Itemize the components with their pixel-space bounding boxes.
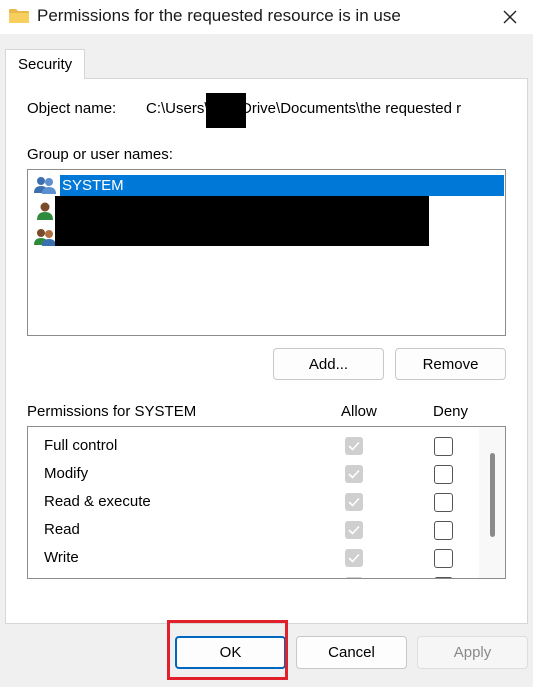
permission-name: Full control <box>44 437 118 454</box>
window-title: Permissions for the requested resource i… <box>37 6 401 25</box>
deny-checkbox[interactable] <box>434 493 453 512</box>
permission-name: Modify <box>44 465 89 482</box>
user-list[interactable]: SYSTEM <box>27 169 506 336</box>
check-icon <box>348 497 360 507</box>
permissions-label: Permissions for SYSTEM <box>27 403 197 420</box>
add-button[interactable]: Add... <box>273 348 384 380</box>
permissions-list[interactable]: Full control Modify Read & execute Read … <box>27 426 506 579</box>
deny-checkbox[interactable] <box>434 577 453 578</box>
allow-checkbox[interactable] <box>345 493 363 511</box>
allow-checkbox[interactable] <box>345 521 363 539</box>
folder-icon <box>9 9 29 23</box>
user-group-icon <box>34 229 56 246</box>
permission-name: Read <box>44 521 80 538</box>
check-icon <box>348 441 360 451</box>
group-names-label: Group or user names: <box>27 146 173 163</box>
deny-checkbox[interactable] <box>434 437 453 456</box>
redaction-block <box>55 196 429 246</box>
check-icon <box>348 469 360 479</box>
permission-row-modify: Modify <box>28 460 480 488</box>
permission-name: Write <box>44 549 79 566</box>
allow-checkbox[interactable] <box>345 549 363 567</box>
remove-button[interactable]: Remove <box>395 348 506 380</box>
close-icon <box>503 10 517 24</box>
ok-button[interactable]: OK <box>175 636 286 669</box>
allow-checkbox[interactable] <box>345 437 363 455</box>
deny-checkbox[interactable] <box>434 465 453 484</box>
allow-checkbox[interactable] <box>345 577 363 578</box>
allow-header: Allow <box>341 403 377 420</box>
allow-checkbox[interactable] <box>345 465 363 483</box>
deny-header: Deny <box>433 403 469 420</box>
permission-row-write: Write <box>28 544 480 572</box>
permission-row-read-execute: Read & execute <box>28 488 480 516</box>
user-list-item-system[interactable]: SYSTEM <box>32 173 504 197</box>
permission-row-read: Read <box>28 516 480 544</box>
close-button[interactable] <box>487 0 533 34</box>
redaction-block <box>206 93 246 128</box>
scrollbar-thumb[interactable] <box>490 453 495 537</box>
permission-row-full-control: Full control <box>28 432 480 460</box>
permission-row-partial <box>28 572 480 578</box>
object-name-value: C:\Users\ OneDrive\Documents\the request… <box>146 100 462 117</box>
check-icon <box>348 525 360 535</box>
user-name: SYSTEM <box>60 174 504 196</box>
deny-checkbox[interactable] <box>434 521 453 540</box>
user-group-icon <box>34 177 56 194</box>
permission-name: Read & execute <box>44 493 151 510</box>
deny-checkbox[interactable] <box>434 549 453 568</box>
apply-button[interactable]: Apply <box>417 636 528 669</box>
object-name-label: Object name: <box>27 100 117 117</box>
user-icon <box>37 202 53 220</box>
permissions-scrollbar[interactable] <box>479 427 505 578</box>
check-icon <box>348 553 360 563</box>
tab-security[interactable]: Security <box>5 49 85 79</box>
title-bar: Permissions for the requested resource i… <box>0 0 533 34</box>
cancel-button[interactable]: Cancel <box>296 636 407 669</box>
